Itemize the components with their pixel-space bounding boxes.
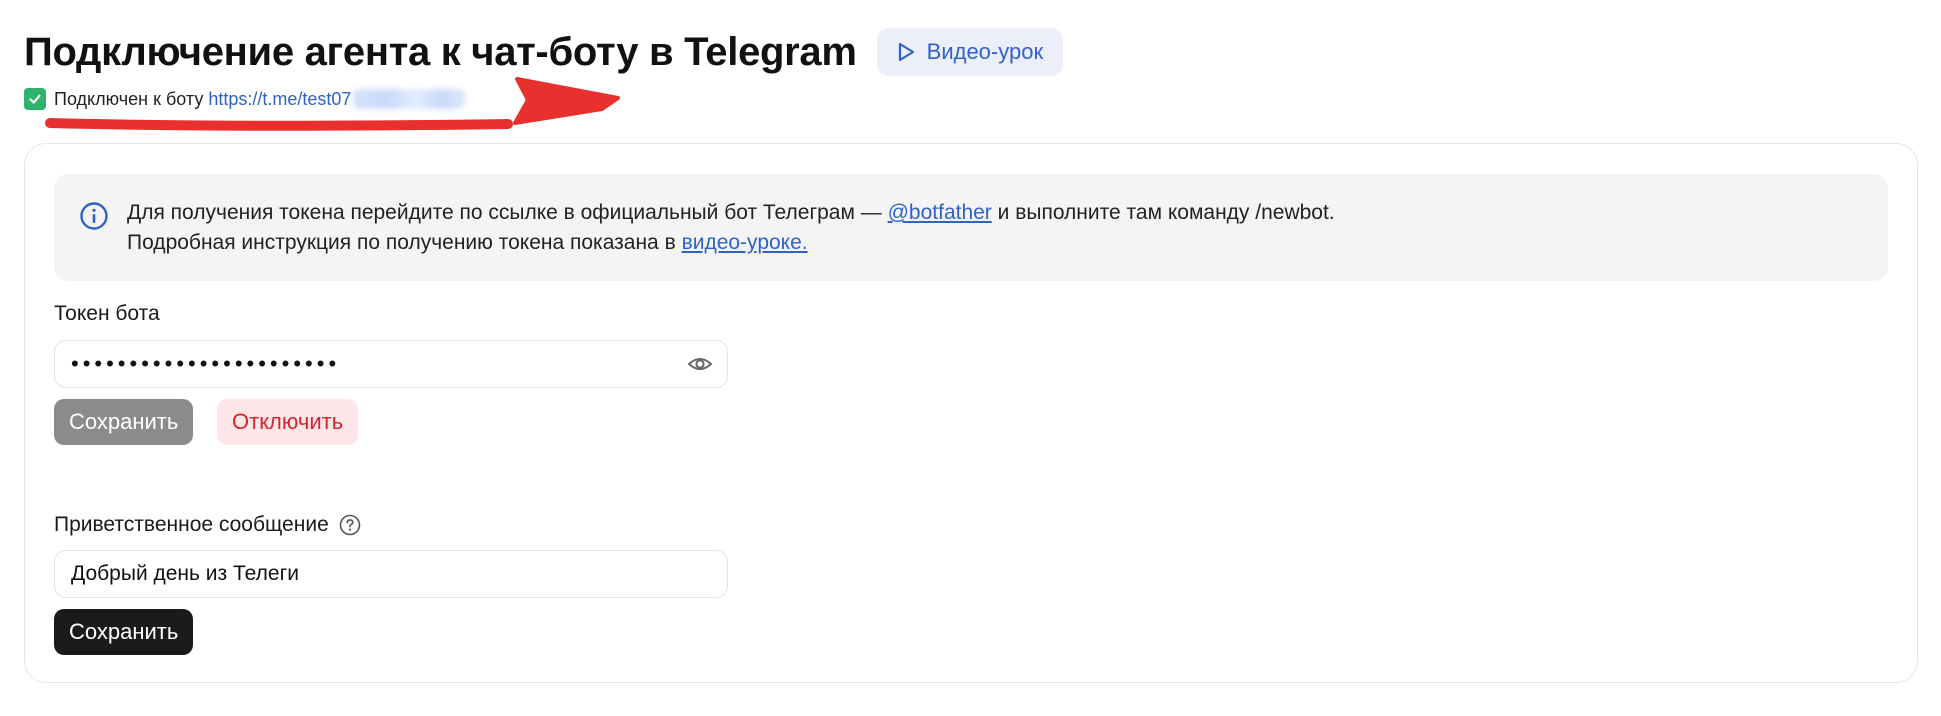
botfather-link[interactable]: @botfather — [888, 201, 992, 224]
header: Подключение агента к чат-боту в Telegram… — [24, 28, 1064, 76]
page-title: Подключение агента к чат-боту в Telegram — [24, 30, 857, 74]
info-line-1: Для получения токена перейдите по ссылке… — [127, 198, 1888, 228]
info-line-2: Подробная инструкция по получению токена… — [127, 228, 1888, 258]
eye-icon[interactable] — [687, 353, 713, 375]
greeting-input[interactable]: Добрый день из Телеги — [54, 550, 728, 598]
save-greeting-label: Сохранить — [69, 619, 179, 644]
info-box: Для получения токена перейдите по ссылке… — [54, 174, 1888, 281]
info-icon — [79, 201, 109, 231]
video-lesson-link[interactable]: видео-уроке. — [682, 231, 808, 254]
blurred-redaction — [353, 89, 466, 109]
info-text-1: Для получения токена перейдите по ссылке… — [127, 201, 888, 224]
video-lesson-label: Видео-урок — [926, 39, 1044, 64]
question-circle-icon[interactable] — [339, 514, 361, 536]
save-greeting-button[interactable]: Сохранить — [54, 609, 194, 655]
connected-text: Подключен к боту — [54, 88, 204, 109]
checkbox-checked-icon — [24, 88, 46, 110]
token-label-text: Токен бота — [54, 302, 160, 325]
token-masked-value: ••••••••••••••••••••••• — [71, 351, 341, 376]
save-token-button[interactable]: Сохранить — [54, 399, 194, 445]
play-icon — [895, 41, 917, 63]
info-text-3: Подробная инструкция по получению токена… — [127, 231, 682, 254]
connection-status: Подключен к боту https://t.me/test07 — [24, 88, 466, 110]
greeting-label: Приветственное сообщение — [54, 513, 361, 537]
save-token-label: Сохранить — [69, 409, 179, 434]
greeting-label-text: Приветственное сообщение — [54, 513, 329, 536]
greeting-value: Добрый день из Телеги — [71, 562, 299, 585]
info-text-2: и выполните там команду /newbot. — [991, 201, 1335, 224]
page: Подключение агента к чат-боту в Telegram… — [0, 0, 1941, 716]
token-input[interactable]: ••••••••••••••••••••••• — [54, 340, 728, 388]
token-label: Токен бота — [54, 302, 160, 326]
disconnect-button[interactable]: Отключить — [217, 399, 359, 445]
bot-link[interactable]: https://t.me/test07 — [208, 89, 351, 110]
disconnect-label: Отключить — [232, 409, 344, 434]
video-lesson-button[interactable]: Видео-урок — [876, 28, 1064, 76]
settings-card: Для получения токена перейдите по ссылке… — [24, 143, 1918, 683]
